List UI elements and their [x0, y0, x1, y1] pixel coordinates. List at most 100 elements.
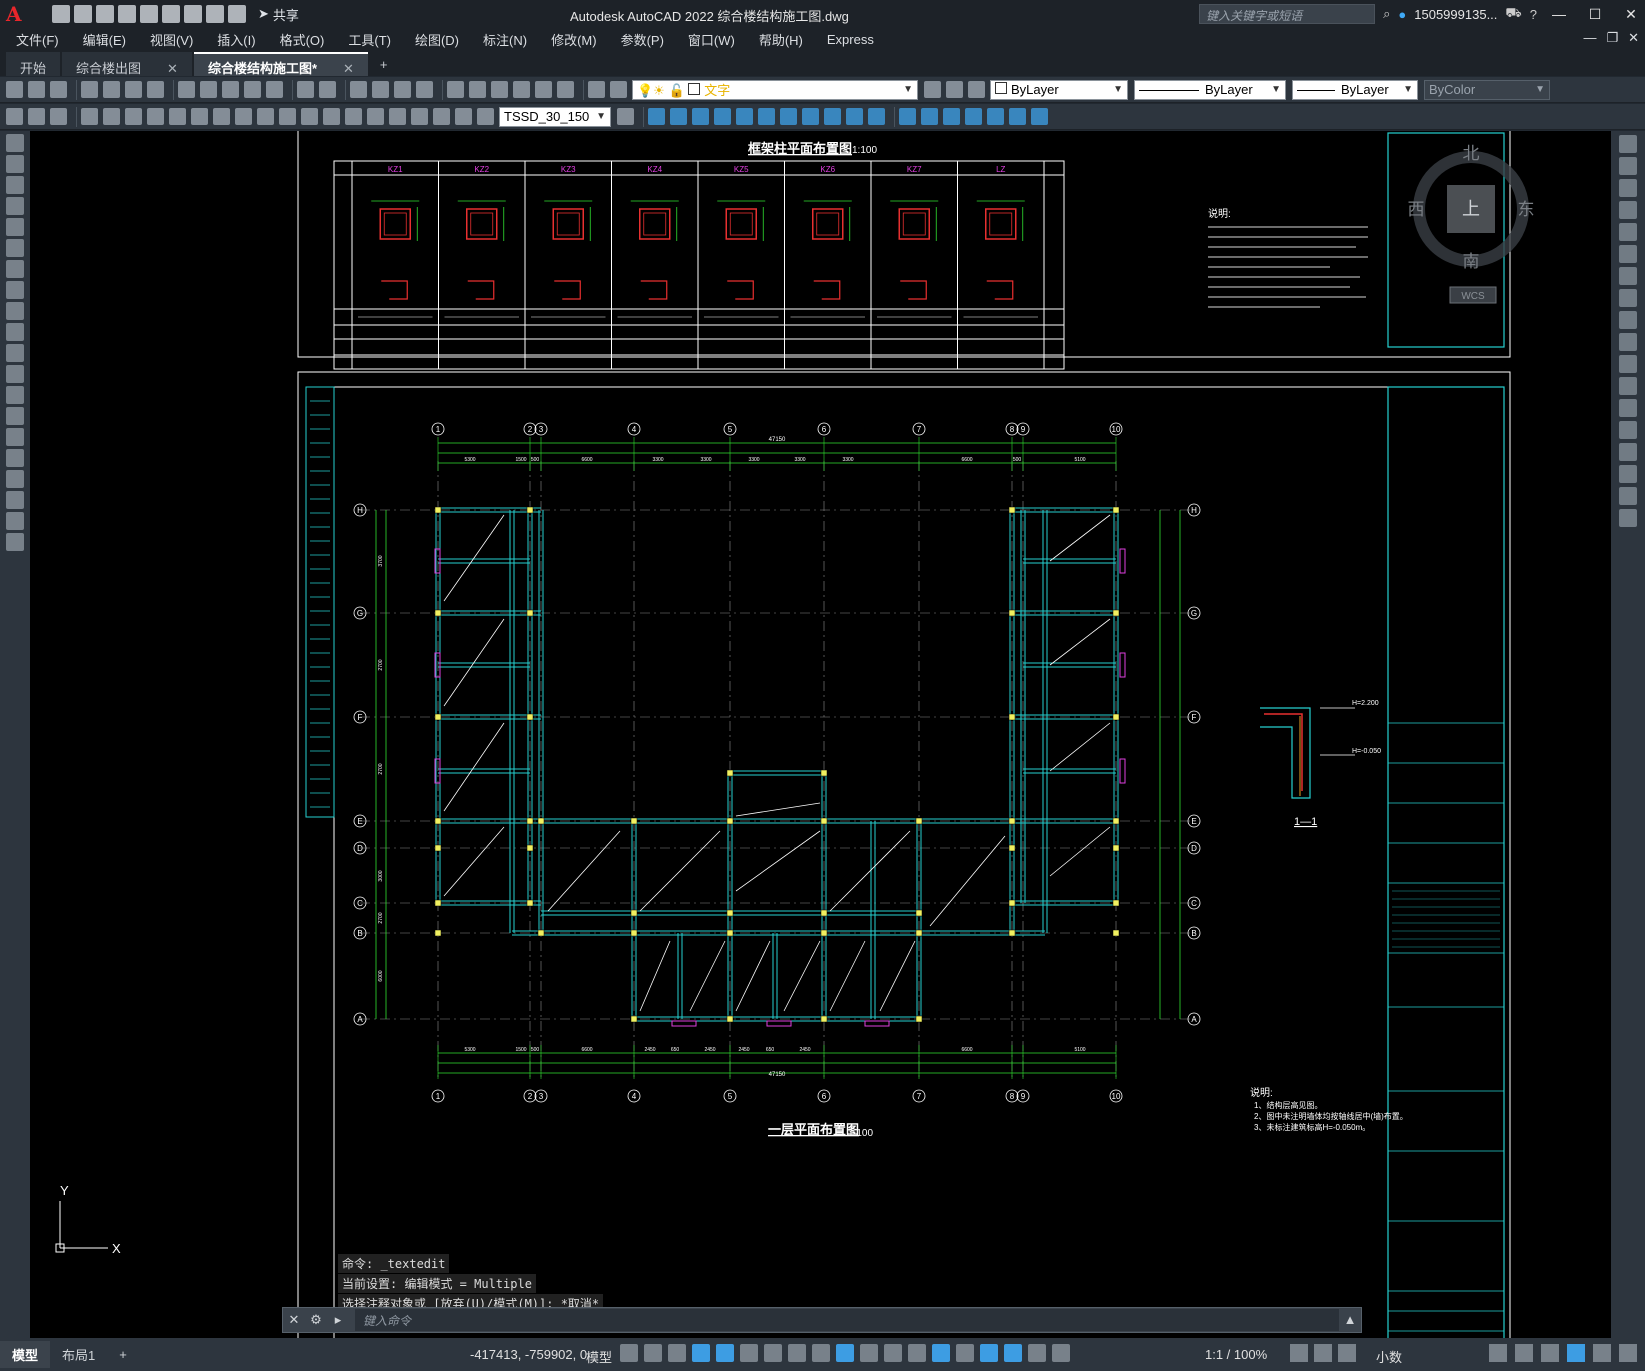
radius-dimension-icon[interactable] [169, 108, 186, 125]
modify-tool-icon[interactable] [1619, 509, 1637, 527]
tool-icon[interactable] [6, 108, 23, 125]
markup-icon[interactable] [535, 81, 552, 98]
isodraft-icon[interactable] [764, 1344, 782, 1362]
color-dropdown[interactable]: ByLayer ▼ [990, 79, 1128, 100]
modify-tool-icon[interactable] [1619, 201, 1637, 219]
draw-tool-icon[interactable] [6, 281, 24, 299]
3d-osnap-icon[interactable] [908, 1344, 926, 1362]
dimension-style-icon[interactable] [617, 108, 634, 125]
preview-icon[interactable] [103, 81, 120, 98]
diameter-dimension-icon[interactable] [213, 108, 230, 125]
snap-icon[interactable] [644, 1344, 662, 1362]
draw-tool-icon[interactable] [6, 491, 24, 509]
cart-icon[interactable]: ⛟ [1505, 5, 1521, 23]
layer-previous-icon[interactable] [946, 81, 963, 98]
annotation-scale[interactable]: 1:1 / 100% [1205, 1347, 1267, 1362]
close-button[interactable]: ✕ [1617, 0, 1645, 28]
modify-icon[interactable] [670, 108, 687, 125]
open-web-icon[interactable] [140, 5, 158, 23]
customize-icon[interactable]: ⚙ [305, 1309, 327, 1331]
modify-icon[interactable] [1009, 108, 1026, 125]
viewcube-north[interactable]: 北 [1463, 144, 1480, 163]
tab-model[interactable]: 模型 [0, 1341, 51, 1368]
menu-item[interactable]: 窗口(W) [688, 30, 735, 49]
calculator-icon[interactable] [557, 81, 574, 98]
save-as-icon[interactable] [118, 5, 136, 23]
quick-properties-icon[interactable] [1489, 1344, 1507, 1362]
modify-tool-icon[interactable] [1619, 267, 1637, 285]
dimension-update-icon[interactable] [477, 108, 494, 125]
modify-tool-icon[interactable] [1619, 421, 1637, 439]
sheet-set-icon[interactable] [513, 81, 530, 98]
menu-item[interactable]: 插入(I) [217, 30, 255, 49]
tool-palettes-icon[interactable] [491, 81, 508, 98]
draw-tool-icon[interactable] [6, 155, 24, 173]
modify-tool-icon[interactable] [1619, 399, 1637, 417]
modify-icon[interactable] [899, 108, 916, 125]
viewcube[interactable]: 上 北 南 东 西 WCS [1408, 144, 1535, 304]
menu-item[interactable]: 参数(P) [621, 30, 664, 49]
modify-tool-icon[interactable] [1619, 333, 1637, 351]
viewcube-west[interactable]: 西 [1408, 200, 1425, 219]
modify-tool-icon[interactable] [1619, 355, 1637, 373]
modify-tool-icon[interactable] [1619, 157, 1637, 175]
undo-icon[interactable] [206, 5, 224, 23]
help-icon[interactable] [588, 81, 605, 98]
help-icon[interactable]: ? [1530, 7, 1537, 22]
plot-icon[interactable] [81, 81, 98, 98]
draw-tool-icon[interactable] [6, 428, 24, 446]
lineweight-dropdown[interactable]: ByLayer ▼ [1292, 79, 1418, 100]
annotation-scale-icon[interactable] [1052, 1344, 1070, 1362]
draw-tool-icon[interactable] [6, 533, 24, 551]
modify-icon[interactable] [868, 108, 885, 125]
menu-item[interactable]: 编辑(E) [83, 30, 126, 49]
draw-tool-icon[interactable] [6, 470, 24, 488]
modify-icon[interactable] [965, 108, 982, 125]
angular-dimension-icon[interactable] [235, 108, 252, 125]
menu-item[interactable]: 格式(O) [280, 30, 325, 49]
draw-tool-icon[interactable] [6, 365, 24, 383]
modify-tool-icon[interactable] [1619, 311, 1637, 329]
maximize-button[interactable]: ☐ [1581, 0, 1609, 28]
close-tab-icon[interactable]: ✕ [343, 61, 354, 76]
command-input[interactable]: 键入命令 [355, 1309, 1339, 1331]
isolate-objects-icon[interactable] [1541, 1344, 1559, 1362]
modify-icon[interactable] [736, 108, 753, 125]
layer-properties-icon[interactable] [610, 81, 627, 98]
draw-tool-icon[interactable] [6, 134, 24, 152]
menu-item[interactable]: 修改(M) [551, 30, 597, 49]
modify-icon[interactable] [758, 108, 775, 125]
undo-icon[interactable] [297, 81, 314, 98]
selection-filter-icon[interactable] [956, 1344, 974, 1362]
infer-icon[interactable] [668, 1344, 686, 1362]
modify-icon[interactable] [714, 108, 731, 125]
doc-close-button[interactable]: ✕ [1628, 30, 1639, 46]
aligned-dimension-icon[interactable] [103, 108, 120, 125]
chevron-up-icon[interactable]: ▲ [1339, 1309, 1361, 1331]
ortho-icon[interactable] [716, 1344, 734, 1362]
draw-tool-icon[interactable] [6, 512, 24, 530]
paste-icon[interactable] [222, 81, 239, 98]
modify-tool-icon[interactable] [1619, 289, 1637, 307]
modify-icon[interactable] [846, 108, 863, 125]
polar-icon[interactable] [740, 1344, 758, 1362]
close-command-line-icon[interactable]: ✕ [283, 1309, 305, 1331]
modify-tool-icon[interactable] [1619, 465, 1637, 483]
tab-layout1[interactable]: 布局1 [50, 1341, 107, 1368]
modify-tool-icon[interactable] [1619, 179, 1637, 197]
redo-icon[interactable] [228, 5, 246, 23]
share-button[interactable]: ➤ 共享 [258, 5, 299, 24]
viewcube-east[interactable]: 东 [1518, 200, 1535, 219]
lock-ui-icon[interactable] [1515, 1344, 1533, 1362]
auto-scale-icon[interactable] [1028, 1344, 1046, 1362]
draw-tool-icon[interactable] [6, 449, 24, 467]
modify-icon[interactable] [1031, 108, 1048, 125]
menu-item[interactable]: Express [827, 32, 874, 47]
draw-tool-icon[interactable] [6, 260, 24, 278]
dynamic-input-icon[interactable] [692, 1344, 710, 1362]
quick-dimension-icon[interactable] [257, 108, 274, 125]
search-input[interactable]: 键入关键字或短语 [1199, 4, 1376, 24]
publish-icon[interactable] [125, 81, 142, 98]
user-icon[interactable]: ● [1398, 7, 1406, 22]
dimension-edit-icon[interactable] [433, 108, 450, 125]
